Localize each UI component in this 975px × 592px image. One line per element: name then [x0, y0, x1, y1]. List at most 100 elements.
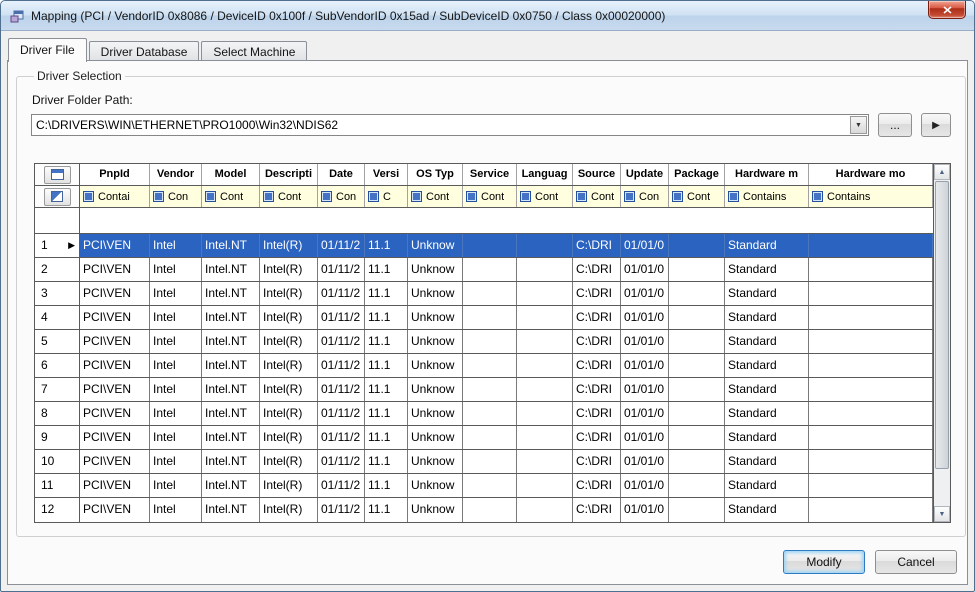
- grid-cell[interactable]: [463, 378, 517, 401]
- grid-cell[interactable]: 01/01/0: [621, 258, 669, 281]
- filter-cell[interactable]: Con: [318, 186, 365, 207]
- run-button[interactable]: ▶: [921, 113, 951, 137]
- grid-cell[interactable]: C:\DRI: [573, 258, 621, 281]
- row-header[interactable]: 6: [35, 354, 80, 377]
- grid-cell[interactable]: Standard: [725, 258, 809, 281]
- grid-cell[interactable]: 11.1: [365, 258, 408, 281]
- row-header[interactable]: 8: [35, 402, 80, 425]
- grid-cell[interactable]: Intel.NT: [202, 474, 260, 497]
- column-header[interactable]: Vendor: [150, 164, 202, 185]
- grid-cell[interactable]: C:\DRI: [573, 330, 621, 353]
- grid-cell[interactable]: 11.1: [365, 378, 408, 401]
- column-header[interactable]: Model: [202, 164, 260, 185]
- grid-cell[interactable]: Unknow: [408, 354, 463, 377]
- grid-cell[interactable]: Intel(R): [260, 330, 318, 353]
- grid-cell[interactable]: C:\DRI: [573, 450, 621, 473]
- column-header[interactable]: Hardware m: [725, 164, 809, 185]
- grid-cell[interactable]: 01/01/0: [621, 498, 669, 522]
- grid-cell[interactable]: [463, 330, 517, 353]
- filter-cell[interactable]: Cont: [202, 186, 260, 207]
- grid-cell[interactable]: 01/01/0: [621, 282, 669, 305]
- grid-cell[interactable]: Standard: [725, 282, 809, 305]
- grid-cell[interactable]: Unknow: [408, 426, 463, 449]
- grid-cell[interactable]: Intel.NT: [202, 402, 260, 425]
- grid-cell[interactable]: PCI\VEN: [80, 426, 150, 449]
- filter-cell[interactable]: C: [365, 186, 408, 207]
- grid-cell[interactable]: C:\DRI: [573, 474, 621, 497]
- grid-cell[interactable]: Intel.NT: [202, 330, 260, 353]
- grid-cell[interactable]: PCI\VEN: [80, 354, 150, 377]
- grid-cell[interactable]: Standard: [725, 426, 809, 449]
- grid-cell[interactable]: Unknow: [408, 258, 463, 281]
- grid-cell[interactable]: [517, 330, 573, 353]
- grid-cell[interactable]: [669, 354, 725, 377]
- grid-cell[interactable]: Intel.NT: [202, 258, 260, 281]
- grid-cell[interactable]: Intel(R): [260, 450, 318, 473]
- grid-cell[interactable]: [809, 258, 933, 281]
- grid-cell[interactable]: Intel(R): [260, 378, 318, 401]
- close-button[interactable]: [928, 1, 966, 19]
- grid-cell[interactable]: C:\DRI: [573, 234, 621, 257]
- scrollbar-track[interactable]: [934, 470, 950, 506]
- grid-cell[interactable]: [463, 282, 517, 305]
- grid-cell[interactable]: Standard: [725, 450, 809, 473]
- grid-cell[interactable]: [463, 474, 517, 497]
- grid-vertical-scrollbar[interactable]: ▲ ▼: [933, 164, 950, 522]
- grid-cell[interactable]: Intel(R): [260, 258, 318, 281]
- grid-cell[interactable]: Standard: [725, 378, 809, 401]
- grid-cell[interactable]: Intel: [150, 234, 202, 257]
- grid-cell[interactable]: 01/11/2: [318, 426, 365, 449]
- grid-cell[interactable]: Unknow: [408, 474, 463, 497]
- grid-cell[interactable]: 01/11/2: [318, 450, 365, 473]
- tab-driver-file[interactable]: Driver File: [8, 38, 87, 62]
- filter-cell[interactable]: Cont: [573, 186, 621, 207]
- grid-cell[interactable]: [669, 498, 725, 522]
- grid-cell[interactable]: [809, 306, 933, 329]
- grid-cell[interactable]: [669, 474, 725, 497]
- grid-cell[interactable]: PCI\VEN: [80, 282, 150, 305]
- grid-cell[interactable]: Intel: [150, 258, 202, 281]
- column-header[interactable]: PnpId: [80, 164, 150, 185]
- grid-cell[interactable]: [809, 330, 933, 353]
- grid-cell[interactable]: [669, 450, 725, 473]
- grid-cell[interactable]: [517, 498, 573, 522]
- filter-cell[interactable]: Cont: [517, 186, 573, 207]
- grid-cell[interactable]: Intel: [150, 330, 202, 353]
- grid-cell[interactable]: [669, 330, 725, 353]
- grid-customize-button[interactable]: [44, 166, 71, 184]
- filter-cell[interactable]: Contai: [80, 186, 150, 207]
- filter-cell[interactable]: Contains: [809, 186, 933, 207]
- grid-cell[interactable]: Standard: [725, 234, 809, 257]
- grid-cell[interactable]: Unknow: [408, 234, 463, 257]
- grid-cell[interactable]: C:\DRI: [573, 282, 621, 305]
- grid-cell[interactable]: 01/11/2: [318, 402, 365, 425]
- grid-cell[interactable]: [669, 282, 725, 305]
- grid-cell[interactable]: 11.1: [365, 402, 408, 425]
- grid-cell[interactable]: [517, 234, 573, 257]
- grid-cell[interactable]: 01/11/2: [318, 282, 365, 305]
- grid-cell[interactable]: Unknow: [408, 330, 463, 353]
- grid-cell[interactable]: 01/01/0: [621, 306, 669, 329]
- modify-button[interactable]: Modify: [783, 550, 865, 574]
- grid-cell[interactable]: [463, 234, 517, 257]
- grid-cell[interactable]: 01/11/2: [318, 258, 365, 281]
- grid-cell[interactable]: Standard: [725, 498, 809, 522]
- grid-cell[interactable]: [463, 306, 517, 329]
- grid-cell[interactable]: Intel.NT: [202, 498, 260, 522]
- row-header[interactable]: 3: [35, 282, 80, 305]
- row-header[interactable]: 7: [35, 378, 80, 401]
- scroll-down-button[interactable]: ▼: [934, 506, 950, 522]
- grid-cell[interactable]: [463, 402, 517, 425]
- grid-cell[interactable]: 01/01/0: [621, 378, 669, 401]
- grid-cell[interactable]: [669, 378, 725, 401]
- column-header[interactable]: Service: [463, 164, 517, 185]
- grid-cell[interactable]: PCI\VEN: [80, 258, 150, 281]
- grid-cell[interactable]: C:\DRI: [573, 426, 621, 449]
- grid-cell[interactable]: PCI\VEN: [80, 402, 150, 425]
- grid-cell[interactable]: Standard: [725, 354, 809, 377]
- grid-cell[interactable]: 11.1: [365, 306, 408, 329]
- grid-cell[interactable]: [463, 426, 517, 449]
- grid-cell[interactable]: Intel(R): [260, 234, 318, 257]
- grid-cell[interactable]: 01/01/0: [621, 426, 669, 449]
- grid-cell[interactable]: [517, 450, 573, 473]
